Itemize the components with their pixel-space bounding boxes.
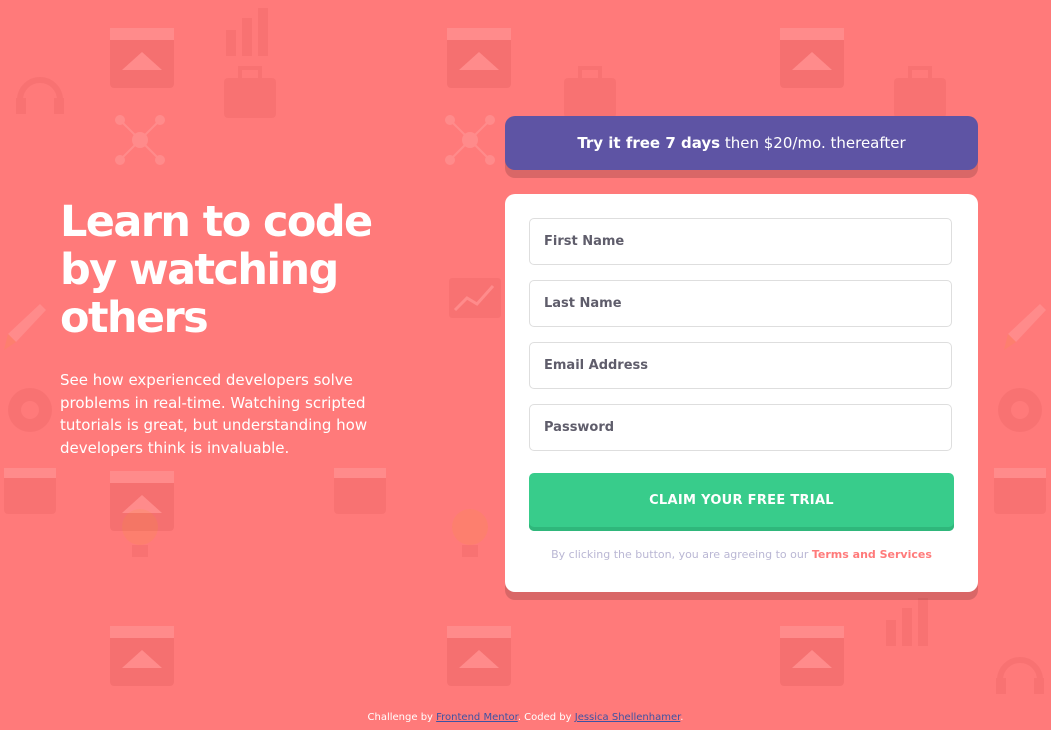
hero-title-line-3: others <box>60 293 209 343</box>
browser-window-icon <box>447 28 511 88</box>
calendar-icon <box>4 468 56 514</box>
banner-text: then $20/mo. thereafter <box>720 134 906 152</box>
rocket-icon <box>1004 304 1046 350</box>
briefcase-icon <box>224 66 276 118</box>
browser-window-icon <box>110 28 174 88</box>
calendar-icon <box>994 468 1046 514</box>
browser-window-icon <box>110 626 174 686</box>
headset-icon <box>16 77 64 114</box>
author-link[interactable]: Jessica Shellenhamer <box>575 712 681 723</box>
lightbulb-icon <box>122 509 158 557</box>
bar-chart-icon <box>226 8 268 56</box>
terms-text: By clicking the button, you are agreeing… <box>551 548 812 561</box>
headset-icon <box>996 657 1044 694</box>
free-trial-banner: Try it free 7 days then $20/mo. thereaft… <box>505 116 978 170</box>
browser-window-icon <box>447 626 511 686</box>
gear-icon <box>998 388 1042 432</box>
email-field[interactable] <box>529 342 952 389</box>
lightbulb-icon <box>452 509 488 557</box>
hero-title-line-1: Learn to code <box>60 197 373 247</box>
signup-form: CLAIM YOUR FREE TRIAL By clicking the bu… <box>505 194 978 592</box>
calendar-icon <box>334 468 386 514</box>
rocket-icon <box>4 304 46 350</box>
hero-description: See how experienced developers solve pro… <box>60 371 368 457</box>
network-icon <box>115 115 165 165</box>
attribution-challenge-text: Challenge by <box>367 712 437 723</box>
attribution-coded-text: . Coded by <box>517 712 575 723</box>
gear-icon <box>8 388 52 432</box>
attribution-suffix: . <box>680 712 684 723</box>
chart-board-icon <box>449 278 501 318</box>
browser-window-icon <box>780 626 844 686</box>
attribution-footer: Challenge by Frontend Mentor. Coded by J… <box>0 712 1051 723</box>
hero-title-line-2: by watching <box>60 245 339 295</box>
last-name-field[interactable] <box>529 280 952 327</box>
terms-link[interactable]: Terms and Services <box>812 548 932 561</box>
bar-chart-icon <box>886 598 928 646</box>
browser-window-icon <box>780 28 844 88</box>
first-name-field[interactable] <box>529 218 952 265</box>
banner-highlight: Try it free 7 days <box>577 134 721 152</box>
frontend-mentor-link[interactable]: Frontend Mentor <box>436 712 518 723</box>
claim-free-trial-button[interactable]: CLAIM YOUR FREE TRIAL <box>529 473 954 531</box>
hero-section: Learn to code by watching others See how e… <box>60 198 420 459</box>
hero-title: Learn to code by watching others <box>60 198 420 342</box>
password-field[interactable] <box>529 404 952 451</box>
network-icon <box>445 115 495 165</box>
terms-notice: By clicking the button, you are agreeing… <box>529 548 954 561</box>
